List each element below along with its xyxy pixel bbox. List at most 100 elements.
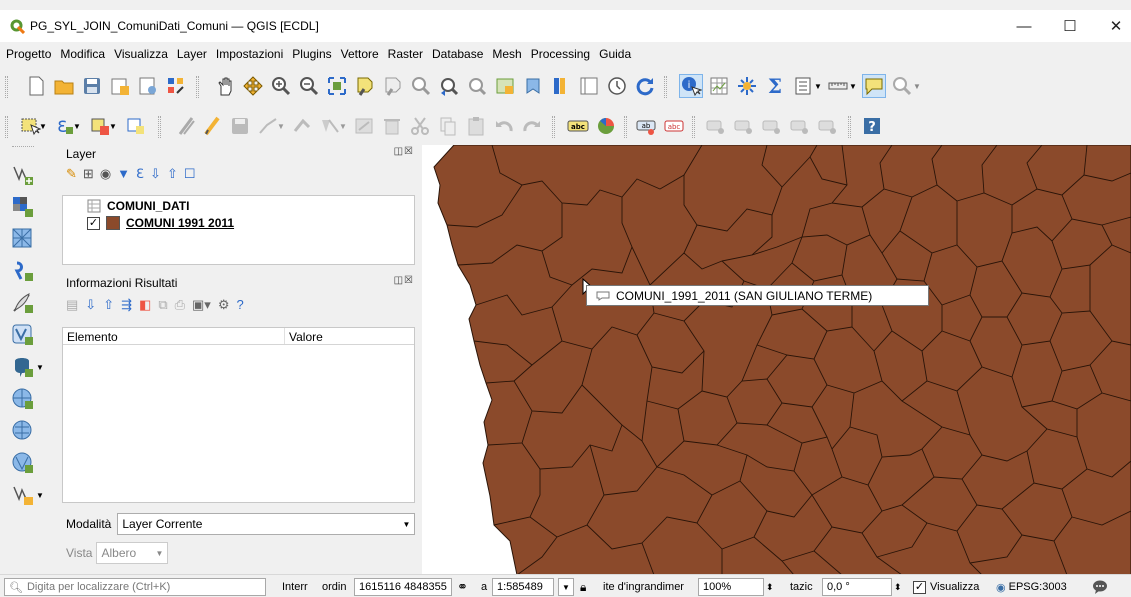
- locator-bar[interactable]: 🔍︎ Digita per localizzare (Ctrl+K): [4, 578, 266, 596]
- map-tips-icon[interactable]: [862, 74, 886, 98]
- change-label-icon[interactable]: [760, 114, 784, 138]
- new-bookmark-icon[interactable]: [521, 74, 545, 98]
- add-wms-layer-icon[interactable]: [11, 387, 35, 411]
- deselect-all-icon[interactable]: [124, 114, 148, 138]
- close-button[interactable]: ✕: [1093, 10, 1131, 42]
- view-select[interactable]: Albero ▼: [96, 542, 169, 564]
- collapse-all-icon[interactable]: ⇧: [167, 166, 178, 182]
- show-bookmarks-icon[interactable]: [549, 74, 573, 98]
- add-postgis-layer-icon[interactable]: [11, 355, 35, 379]
- menu-visualizza[interactable]: Visualizza: [114, 47, 168, 61]
- measure-line-icon[interactable]: [826, 74, 850, 98]
- paste-features-icon[interactable]: [464, 114, 488, 138]
- menu-impostazioni[interactable]: Impostazioni: [216, 47, 283, 61]
- show-hide-labels-icon[interactable]: abc: [662, 114, 686, 138]
- zoom-native-icon[interactable]: [409, 74, 433, 98]
- mode-select[interactable]: Layer Corrente ▼: [117, 513, 416, 535]
- magnifier-spin-icon[interactable]: ⬍: [766, 578, 774, 596]
- show-layout-manager-icon[interactable]: [791, 74, 815, 98]
- menu-layer[interactable]: Layer: [177, 47, 207, 61]
- zoom-out-icon[interactable]: [297, 74, 321, 98]
- magnifier-field[interactable]: 100%: [698, 578, 764, 596]
- highlight-pinned-icon[interactable]: [816, 114, 840, 138]
- temporal-controller-icon[interactable]: [577, 74, 601, 98]
- new-project-icon[interactable]: [24, 74, 48, 98]
- help-icon[interactable]: ?: [236, 297, 243, 313]
- panel-float-close-buttons[interactable]: ◫☒: [394, 146, 414, 157]
- undo-icon[interactable]: [492, 114, 516, 138]
- layer-item-comuni-1991-2011[interactable]: ✓ COMUNI 1991 2011: [87, 216, 234, 230]
- layer-diagram-icon[interactable]: [594, 114, 618, 138]
- add-mesh-layer-icon[interactable]: [11, 227, 35, 251]
- identify-features-icon[interactable]: i: [679, 74, 703, 98]
- refresh-icon[interactable]: [633, 74, 657, 98]
- menu-raster[interactable]: Raster: [388, 47, 423, 61]
- column-header-element[interactable]: Elemento: [63, 328, 285, 344]
- toggle-editing-icon[interactable]: [200, 114, 224, 138]
- toolbar-grip[interactable]: [664, 76, 667, 98]
- column-header-value[interactable]: Valore: [285, 328, 327, 344]
- current-edits-icon[interactable]: [174, 114, 198, 138]
- coordinate-field[interactable]: 1615116 4848355: [354, 578, 452, 596]
- toolbox-icon[interactable]: [735, 74, 759, 98]
- menu-mesh[interactable]: Mesh: [492, 47, 521, 61]
- toolbar-grip[interactable]: [624, 116, 627, 138]
- toolbar-grip[interactable]: [692, 116, 695, 138]
- open-attribute-table-icon[interactable]: [707, 74, 731, 98]
- scale-field[interactable]: 1:585489: [492, 578, 554, 596]
- chevron-down-icon[interactable]: ▼: [338, 114, 348, 138]
- layer-labeling-icon[interactable]: abc: [566, 114, 590, 138]
- toolbar-grip[interactable]: [552, 116, 555, 138]
- toolbar-grip[interactable]: [5, 76, 8, 98]
- toolbar-grip[interactable]: [848, 116, 851, 138]
- lock-scale-icon[interactable]: 🔒︎: [580, 578, 586, 596]
- add-raster-layer-icon[interactable]: [11, 195, 35, 219]
- rotate-label-icon[interactable]: [732, 114, 756, 138]
- chevron-down-icon[interactable]: ▼: [108, 114, 118, 138]
- toolbar-grip[interactable]: [158, 116, 161, 138]
- menu-database[interactable]: Database: [432, 47, 483, 61]
- add-vector-layer-icon[interactable]: [11, 163, 35, 187]
- new-print-layout-icon[interactable]: [136, 74, 160, 98]
- chevron-down-icon[interactable]: ▼: [276, 114, 286, 138]
- layer-visibility-checkbox[interactable]: ✓: [87, 216, 100, 230]
- add-delimited-text-icon[interactable]: [11, 259, 35, 283]
- toolbar-grip[interactable]: [5, 116, 8, 138]
- locator-input[interactable]: 🔍︎ Digita per localizzare (Ctrl+K): [4, 578, 266, 596]
- copy-features-icon[interactable]: [436, 114, 460, 138]
- add-gpx-layer-icon[interactable]: [11, 291, 35, 315]
- chevron-down-icon[interactable]: ▼: [38, 114, 48, 138]
- modify-attributes-icon[interactable]: [352, 114, 376, 138]
- rotation-field[interactable]: 0,0 °: [822, 578, 892, 596]
- remove-layer-icon[interactable]: ☐: [184, 166, 196, 182]
- zoom-in-icon[interactable]: [269, 74, 293, 98]
- add-virtual-layer-icon[interactable]: [11, 323, 35, 347]
- menu-progetto[interactable]: Progetto: [6, 47, 51, 61]
- zoom-to-selection-icon[interactable]: [353, 74, 377, 98]
- expand-all-icon[interactable]: ⇩: [85, 297, 96, 313]
- minimize-button[interactable]: —: [1001, 10, 1047, 42]
- expand-new-results-icon[interactable]: ⇶: [121, 297, 132, 313]
- chevron-down-icon[interactable]: ▼: [36, 483, 44, 507]
- map-canvas[interactable]: [422, 145, 1131, 575]
- delete-selected-icon[interactable]: [380, 114, 404, 138]
- statistics-sigma-icon[interactable]: Σ: [763, 74, 787, 98]
- new-vector-layer-icon[interactable]: [11, 483, 35, 507]
- vertex-tool-icon[interactable]: [290, 114, 314, 138]
- cut-features-icon[interactable]: [408, 114, 432, 138]
- toggle-extents-icon[interactable]: ⚭: [457, 578, 468, 596]
- style-manager-icon[interactable]: [164, 74, 188, 98]
- redo-icon[interactable]: [520, 114, 544, 138]
- add-wfs-layer-icon[interactable]: [11, 419, 35, 443]
- move-label-icon[interactable]: [704, 114, 728, 138]
- add-wcs-layer-icon[interactable]: [11, 451, 35, 475]
- zoom-to-layer-icon[interactable]: [381, 74, 405, 98]
- manage-map-themes-icon[interactable]: ◉: [100, 166, 111, 182]
- filter-legend-icon[interactable]: ▼: [117, 166, 130, 182]
- zoom-next-icon[interactable]: [465, 74, 489, 98]
- render-checkbox[interactable]: ✓: [913, 580, 926, 594]
- open-layer-styling-icon[interactable]: ✎: [66, 166, 77, 182]
- menu-vettore[interactable]: Vettore: [341, 47, 379, 61]
- crs-button[interactable]: ◉ EPSG:3003: [996, 578, 1067, 596]
- print-icon[interactable]: ⎙: [175, 297, 185, 313]
